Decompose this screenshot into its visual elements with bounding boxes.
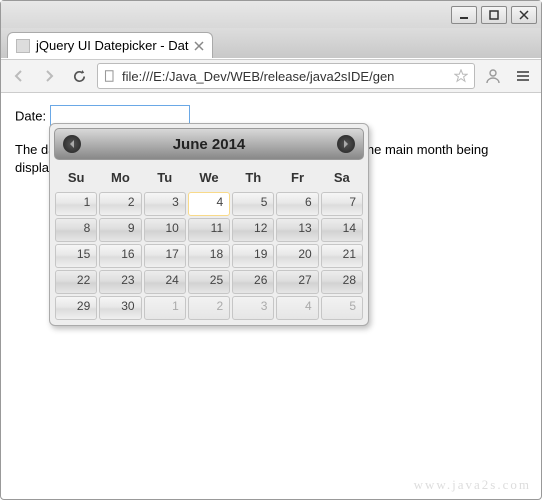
close-icon[interactable] bbox=[194, 41, 204, 51]
calendar-day[interactable]: 12 bbox=[232, 218, 274, 242]
calendar-day[interactable]: 6 bbox=[276, 192, 318, 216]
calendar-day[interactable]: 5 bbox=[232, 192, 274, 216]
weekday-header: Mo bbox=[98, 164, 142, 191]
calendar-day: 3 bbox=[232, 296, 274, 320]
browser-tab[interactable]: jQuery UI Datepicker - Dat bbox=[7, 32, 213, 58]
watermark: www.java2s.com bbox=[414, 477, 531, 493]
calendar-day[interactable]: 29 bbox=[55, 296, 97, 320]
calendar-day[interactable]: 17 bbox=[144, 244, 186, 268]
calendar-day: 4 bbox=[276, 296, 318, 320]
calendar-day[interactable]: 14 bbox=[321, 218, 363, 242]
calendar-day[interactable]: 1 bbox=[55, 192, 97, 216]
calendar-day[interactable]: 25 bbox=[188, 270, 230, 294]
weekday-header: Tu bbox=[143, 164, 187, 191]
url-text: file:///E:/Java_Dev/WEB/release/java2sID… bbox=[122, 69, 448, 84]
weekday-header: Su bbox=[54, 164, 98, 191]
minimize-button[interactable] bbox=[451, 6, 477, 24]
page-icon bbox=[16, 39, 30, 53]
calendar-day[interactable]: 16 bbox=[99, 244, 141, 268]
calendar-day[interactable]: 19 bbox=[232, 244, 274, 268]
file-icon bbox=[104, 70, 116, 82]
calendar-day[interactable]: 2 bbox=[99, 192, 141, 216]
prev-month-button[interactable] bbox=[63, 135, 81, 153]
weekday-header: Sa bbox=[320, 164, 364, 191]
calendar-day[interactable]: 20 bbox=[276, 244, 318, 268]
next-month-button[interactable] bbox=[337, 135, 355, 153]
back-button[interactable] bbox=[7, 64, 31, 88]
forward-button[interactable] bbox=[37, 64, 61, 88]
address-bar[interactable]: file:///E:/Java_Dev/WEB/release/java2sID… bbox=[97, 63, 475, 89]
calendar-day[interactable]: 15 bbox=[55, 244, 97, 268]
calendar-day[interactable]: 3 bbox=[144, 192, 186, 216]
calendar-day[interactable]: 13 bbox=[276, 218, 318, 242]
weekday-header: Fr bbox=[275, 164, 319, 191]
calendar-day[interactable]: 23 bbox=[99, 270, 141, 294]
weekday-header: Th bbox=[231, 164, 275, 191]
calendar-day: 2 bbox=[188, 296, 230, 320]
calendar-day[interactable]: 27 bbox=[276, 270, 318, 294]
calendar-day[interactable]: 30 bbox=[99, 296, 141, 320]
calendar-day[interactable]: 9 bbox=[99, 218, 141, 242]
window-titlebar bbox=[1, 1, 541, 29]
calendar-day[interactable]: 10 bbox=[144, 218, 186, 242]
datepicker-header: June 2014 bbox=[54, 128, 364, 160]
page-content: Date: The datepicker can show multiple m… bbox=[1, 93, 541, 189]
calendar-day[interactable]: 24 bbox=[144, 270, 186, 294]
date-label: Date: bbox=[15, 109, 46, 124]
menu-button[interactable] bbox=[511, 64, 535, 88]
calendar-day[interactable]: 28 bbox=[321, 270, 363, 294]
calendar-day: 1 bbox=[144, 296, 186, 320]
browser-toolbar: file:///E:/Java_Dev/WEB/release/java2sID… bbox=[1, 59, 541, 93]
tab-strip: jQuery UI Datepicker - Dat bbox=[1, 28, 541, 58]
datepicker-title: June 2014 bbox=[173, 136, 246, 153]
calendar-day[interactable]: 26 bbox=[232, 270, 274, 294]
close-button[interactable] bbox=[511, 6, 537, 24]
calendar-day[interactable]: 11 bbox=[188, 218, 230, 242]
datepicker: June 2014 SuMoTuWeThFrSa 123456789101112… bbox=[49, 123, 369, 326]
calendar-day[interactable]: 22 bbox=[55, 270, 97, 294]
weekday-header: We bbox=[187, 164, 231, 191]
calendar-day: 5 bbox=[321, 296, 363, 320]
maximize-button[interactable] bbox=[481, 6, 507, 24]
calendar-day[interactable]: 18 bbox=[188, 244, 230, 268]
tab-title: jQuery UI Datepicker - Dat bbox=[36, 38, 188, 53]
calendar-day[interactable]: 21 bbox=[321, 244, 363, 268]
calendar-day[interactable]: 8 bbox=[55, 218, 97, 242]
calendar-day[interactable]: 7 bbox=[321, 192, 363, 216]
bookmark-icon[interactable] bbox=[454, 69, 468, 83]
reload-button[interactable] bbox=[67, 64, 91, 88]
calendar-day[interactable]: 4 bbox=[188, 192, 230, 216]
user-button[interactable] bbox=[481, 64, 505, 88]
calendar-grid: SuMoTuWeThFrSa 1234567891011121314151617… bbox=[54, 164, 364, 321]
